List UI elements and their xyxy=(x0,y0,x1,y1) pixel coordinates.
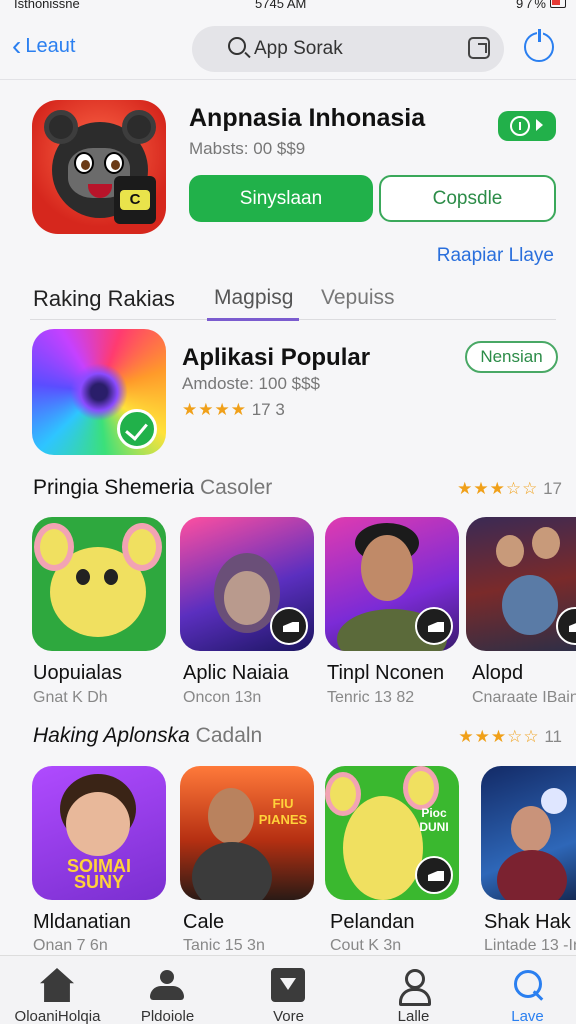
section-title: Haking Aplonska Cadaln xyxy=(33,724,262,748)
section-title-main: Haking Aplonska xyxy=(33,724,190,747)
navigation-bar: ‹ Leaut App Sorak xyxy=(0,20,576,80)
status-bar: Isthonissne 5745 AM 97% xyxy=(0,0,576,14)
app-name: Tinpl Nconen xyxy=(327,662,445,684)
tab-label: OloaniHolqia xyxy=(14,1008,101,1024)
tab-search[interactable]: Lave xyxy=(470,956,576,1024)
app-card-icon[interactable] xyxy=(32,517,166,651)
app-subtitle: Cnaraate IBain xyxy=(472,689,576,706)
card-art-text: SOIMAI SUNY xyxy=(66,856,131,892)
app-subtitle: Tanic 15 3n xyxy=(183,937,265,954)
rating-stars: ★★★☆☆ xyxy=(458,727,540,746)
store-box-icon xyxy=(271,968,305,1002)
card-art-text: Pioc DUNI xyxy=(419,806,449,834)
rating-value: 17 3 xyxy=(251,400,285,419)
popular-app-title: Aplikasi Popular xyxy=(182,344,371,371)
tab-vepuiss[interactable]: Vepuiss xyxy=(321,286,395,310)
tab-ranking[interactable]: Raking Rakias xyxy=(33,286,175,312)
app-subtitle: Onan 7 6n xyxy=(33,937,108,954)
hero-app-subtitle: Mabsts: 00 $$9 xyxy=(189,139,306,158)
back-label: Leaut xyxy=(25,34,76,57)
tab-label: Pldoiole xyxy=(140,1008,195,1024)
section-tabs: Raking Rakias Magpisg Vepuiss xyxy=(0,280,576,321)
app-name: Pelandan xyxy=(330,911,415,933)
app-name: Mldanatian xyxy=(33,911,131,933)
search-field[interactable]: App Sorak xyxy=(192,26,504,72)
play-icon xyxy=(415,856,453,894)
app-card-icon[interactable]: Pioc DUNI xyxy=(325,766,459,900)
app-card-icon[interactable] xyxy=(466,517,576,651)
primary-action-button[interactable]: Sinyslaan xyxy=(189,175,373,222)
bottom-tab-bar: OloaniHolqia Pldoiole Vore Lalle Lave xyxy=(0,956,576,1024)
people-icon xyxy=(150,968,184,1002)
active-tab-indicator xyxy=(207,318,299,321)
play-icon xyxy=(415,607,453,645)
card-art-text: FIU PIANES xyxy=(258,796,308,827)
app-store-screen: Isthonissne 5745 AM 97% ‹ Leaut App Sora… xyxy=(0,0,576,1024)
tab-magpisg[interactable]: Magpisg xyxy=(214,286,293,310)
app-card-icon[interactable]: FIU PIANES xyxy=(180,766,314,900)
search-text: App Sorak xyxy=(254,38,343,59)
tab-home[interactable]: OloaniHolqia xyxy=(0,956,115,1024)
popular-app-subtitle: Amdoste: 100 $$$ xyxy=(182,374,320,393)
app-subtitle: Oncon 13n xyxy=(183,689,262,706)
battery-icon xyxy=(550,0,566,8)
section-title: Pringia Shemeria Casoler xyxy=(33,476,272,500)
section-title-secondary: Cadaln xyxy=(195,724,263,747)
rating-value: 17 xyxy=(543,479,562,498)
tab-label: Lalle xyxy=(397,1008,430,1024)
status-time: 5745 AM xyxy=(255,0,307,11)
play-arrow-icon xyxy=(536,119,543,131)
back-button[interactable]: ‹ Leaut xyxy=(12,32,75,60)
app-name: Aplic Naiaia xyxy=(183,662,289,684)
share-icon[interactable] xyxy=(468,37,490,59)
section-title-main: Pringia Shemeria xyxy=(33,476,195,499)
carrier-label: Isthonissne xyxy=(14,0,80,11)
app-card-icon[interactable] xyxy=(180,517,314,651)
section-title-secondary: Casoler xyxy=(199,476,273,499)
app-card-icon[interactable] xyxy=(325,517,459,651)
search-icon xyxy=(510,968,544,1002)
app-name: Alopd xyxy=(472,662,524,684)
battery-percent: 97% xyxy=(515,0,548,11)
popular-app-button[interactable]: Nensian xyxy=(465,341,558,373)
chevron-left-icon: ‹ xyxy=(12,30,22,61)
tab-label: Lave xyxy=(511,1008,544,1024)
play-icon xyxy=(270,607,308,645)
hero-app-icon[interactable]: C xyxy=(32,100,166,234)
app-name: Cale xyxy=(183,911,225,933)
rating-value: 11 xyxy=(544,727,562,746)
app-subtitle: Lintade 13 -In xyxy=(484,937,576,954)
user-icon xyxy=(396,968,431,1006)
tab-store[interactable]: Vore xyxy=(231,956,346,1024)
app-subtitle: Gnat K Dh xyxy=(33,689,108,706)
secondary-action-button[interactable]: Copsdle xyxy=(379,175,556,222)
rating-stars: ★★★★ xyxy=(182,400,247,419)
app-subtitle: Cout K 3n xyxy=(330,937,402,954)
power-icon[interactable] xyxy=(524,28,554,62)
hero-app-title: Anpnasia Inhonasia xyxy=(189,104,426,132)
can-icon: C xyxy=(114,176,156,224)
app-name: Uopuialas xyxy=(33,662,122,684)
popular-app-rating: ★★★★ 17 3 xyxy=(182,400,285,420)
section-rating: ★★★☆☆ 17 xyxy=(457,479,562,499)
app-subtitle: Tenric 13 82 xyxy=(327,689,415,706)
play-toggle-button[interactable] xyxy=(498,111,556,141)
app-name: Shak Hak w xyxy=(484,911,576,933)
rating-stars: ★★★☆☆ xyxy=(457,479,539,498)
checkmark-icon xyxy=(117,409,157,449)
app-card-icon[interactable] xyxy=(481,766,576,900)
app-card-icon[interactable]: SOIMAI SUNY xyxy=(32,766,166,900)
see-all-link[interactable]: Raapiar Llaye xyxy=(437,245,554,267)
section-rating: ★★★☆☆ 11 xyxy=(458,727,562,747)
tab-profile[interactable]: Lalle xyxy=(356,956,471,1024)
play-icon xyxy=(556,607,576,645)
tab-people[interactable]: Pldoiole xyxy=(110,956,225,1024)
search-icon xyxy=(228,37,246,55)
tab-label: Vore xyxy=(273,1008,304,1024)
power-circle-icon xyxy=(510,116,530,136)
home-icon xyxy=(40,968,74,1002)
